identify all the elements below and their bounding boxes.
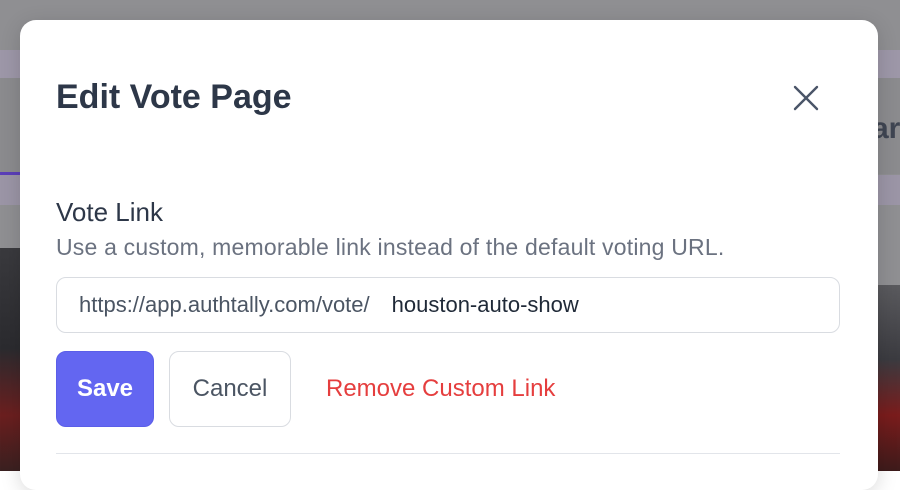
remove-custom-link-button[interactable]: Remove Custom Link bbox=[326, 374, 555, 404]
close-button[interactable] bbox=[786, 78, 826, 118]
edit-vote-page-modal: Edit Vote Page Vote Link Use a custom, m… bbox=[20, 20, 878, 490]
vote-link-prefix: https://app.authtally.com/vote/ bbox=[79, 292, 370, 317]
save-button[interactable]: Save bbox=[56, 351, 154, 427]
close-icon bbox=[793, 85, 819, 111]
background-image bbox=[878, 285, 900, 471]
divider bbox=[56, 453, 840, 454]
vote-link-slug-input[interactable] bbox=[391, 292, 772, 318]
vote-link-label: Vote Link bbox=[56, 197, 163, 227]
vote-link-help-text: Use a custom, memorable link instead of … bbox=[56, 234, 725, 260]
cancel-button[interactable]: Cancel bbox=[169, 351, 291, 427]
vote-link-field: https://app.authtally.com/vote/ bbox=[56, 277, 840, 333]
background-image bbox=[0, 248, 20, 471]
modal-title: Edit Vote Page bbox=[56, 78, 292, 116]
